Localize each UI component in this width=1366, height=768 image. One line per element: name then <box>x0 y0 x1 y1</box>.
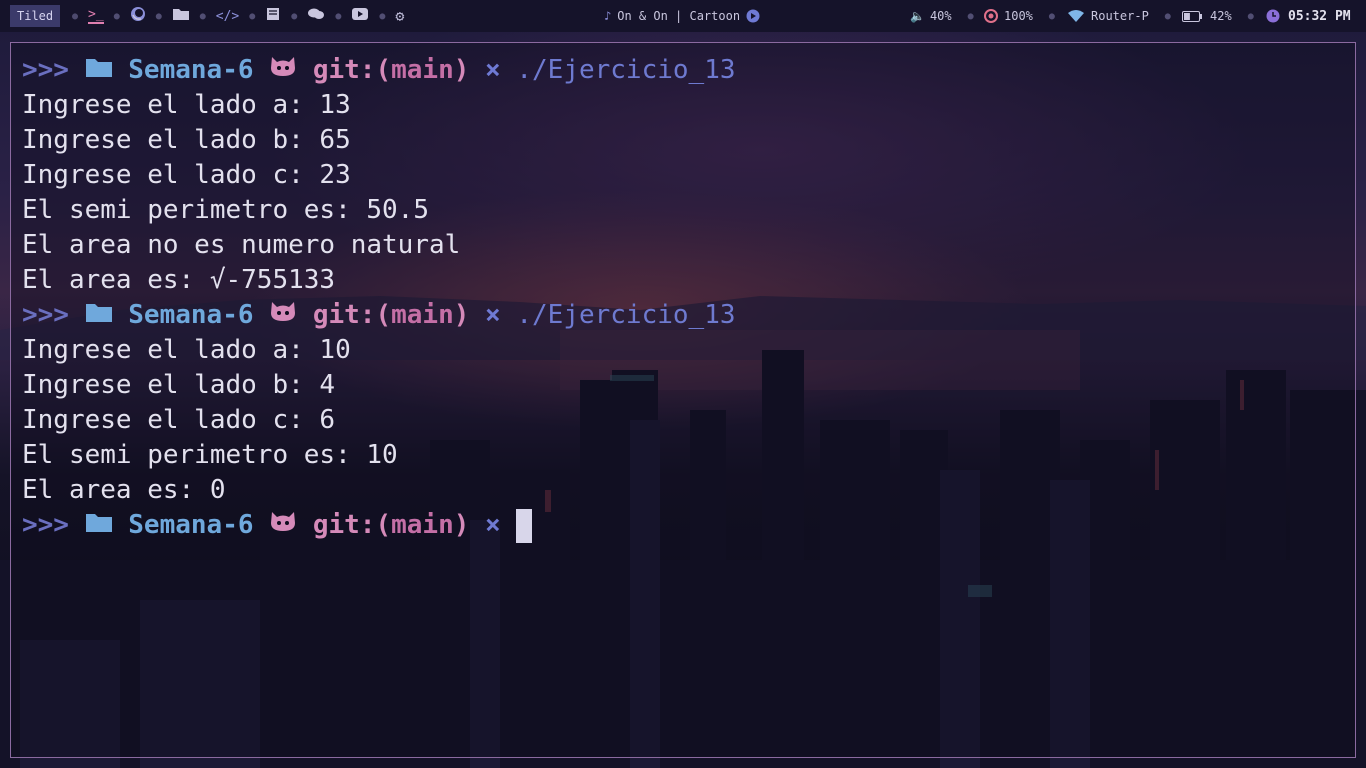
chat-icon <box>308 8 325 19</box>
prompt-git-label: git: <box>312 300 376 330</box>
output-line: El area es: √-755133 <box>22 265 336 295</box>
prompt-dirty-mark: × <box>485 55 501 85</box>
battery-widget[interactable]: 42% ● <box>1182 0 1254 32</box>
workspace-code[interactable]: </> <box>216 9 239 24</box>
prompt-line: >>> Semana-6 git:(main) × ./Ejercicio_13 <box>22 53 736 88</box>
output-line: Ingrese el lado b: 4 <box>22 370 336 400</box>
prompt-arrows: >>> <box>22 510 69 540</box>
prompt-line: >>> Semana-6 git:(main) × <box>22 508 533 543</box>
output-line: El area es: 0 <box>22 475 226 505</box>
prompt-command: ./Ejercicio_13 <box>516 300 736 330</box>
clock-icon <box>1266 9 1280 23</box>
prompt-line: >>> Semana-6 git:(main) × ./Ejercicio_13 <box>22 298 736 333</box>
output-line: Ingrese el lado b: 65 <box>22 125 351 155</box>
folder-icon <box>172 9 189 20</box>
separator-dot: ● <box>967 10 974 22</box>
gear-icon: ⚙ <box>395 7 405 25</box>
separator-dot: ● <box>291 10 298 22</box>
prompt-arrows: >>> <box>22 55 69 85</box>
workspace-firefox[interactable] <box>130 6 146 26</box>
clock-time: 05:32 PM <box>1288 8 1351 24</box>
prompt-directory: Semana-6 <box>128 300 254 330</box>
workspace-notes[interactable] <box>265 7 281 25</box>
prompt-branch-close: ) <box>453 300 470 330</box>
prompt-branch: main <box>391 55 454 85</box>
music-widget[interactable]: ♪ On & On | Cartoon <box>604 0 760 32</box>
github-cat-icon <box>269 298 297 333</box>
music-title: On & On | Cartoon <box>617 9 741 23</box>
prompt-directory: Semana-6 <box>128 55 254 85</box>
workspace-list: ● >_ ● ● ● </> ● ● ● ● ⚙ <box>72 0 404 32</box>
terminal-window[interactable]: >>> Semana-6 git:(main) × ./Ejercicio_13… <box>10 42 1356 758</box>
workspace-terminal[interactable]: >_ <box>88 8 104 24</box>
folder-icon <box>85 508 113 543</box>
output-line: El semi perimetro es: 10 <box>22 440 398 470</box>
layout-indicator[interactable]: Tiled <box>10 5 61 27</box>
separator-dot: ● <box>379 10 386 22</box>
prompt-branch: main <box>391 510 454 540</box>
battery-value: 42% <box>1210 9 1232 23</box>
youtube-icon <box>352 8 369 20</box>
brightness-widget[interactable]: 100% ● <box>984 0 1055 32</box>
volume-icon: 🔈 <box>910 9 925 23</box>
separator-dot: ● <box>199 10 206 22</box>
play-icon[interactable] <box>746 9 760 23</box>
folder-icon <box>85 53 113 88</box>
code-icon: </> <box>215 8 240 24</box>
github-cat-icon <box>269 508 297 543</box>
output-line: Ingrese el lado a: 10 <box>22 335 351 365</box>
output-line: El semi perimetro es: 50.5 <box>22 195 429 225</box>
prompt-directory: Semana-6 <box>128 510 254 540</box>
output-line: Ingrese el lado c: 6 <box>22 405 336 435</box>
prompt-dirty-mark: × <box>485 300 501 330</box>
output-line: Ingrese el lado c: 23 <box>22 160 351 190</box>
wifi-icon <box>1068 10 1084 22</box>
prompt-branch-open: ( <box>375 300 392 330</box>
separator-dot: ● <box>1048 10 1055 22</box>
book-icon <box>267 8 280 20</box>
output-line: El area no es numero natural <box>22 230 461 260</box>
volume-value: 40% <box>929 9 952 23</box>
battery-icon <box>1182 10 1202 22</box>
separator-dot: ● <box>335 10 342 22</box>
terminal-icon: >_ <box>88 7 104 22</box>
brightness-value: 100% <box>1004 9 1033 23</box>
volume-widget[interactable]: 🔈 40% ● <box>910 0 974 32</box>
music-note-icon: ♪ <box>604 9 612 23</box>
workspace-files[interactable] <box>172 7 190 25</box>
prompt-branch-close: ) <box>453 55 470 85</box>
folder-icon <box>85 298 113 333</box>
separator-dot: ● <box>155 10 162 22</box>
prompt-command: ./Ejercicio_13 <box>516 55 736 85</box>
prompt-dirty-mark: × <box>485 510 501 540</box>
brightness-icon <box>984 9 998 23</box>
text-cursor[interactable] <box>516 508 533 543</box>
workspace-chat[interactable] <box>307 7 325 25</box>
github-cat-icon <box>269 53 297 88</box>
separator-dot: ● <box>113 10 120 22</box>
network-widget[interactable]: Router-P ● <box>1068 0 1171 32</box>
prompt-branch: main <box>391 300 454 330</box>
separator-dot: ● <box>1247 10 1254 22</box>
separator-dot: ● <box>1164 10 1171 22</box>
prompt-git-label: git: <box>312 510 376 540</box>
prompt-branch-open: ( <box>375 510 392 540</box>
prompt-arrows: >>> <box>22 300 69 330</box>
separator-dot: ● <box>72 10 79 22</box>
output-line: Ingrese el lado a: 13 <box>22 90 351 120</box>
prompt-branch-open: ( <box>375 55 392 85</box>
workspace-settings[interactable]: ⚙ <box>395 7 404 25</box>
prompt-git-label: git: <box>312 55 376 85</box>
network-name: Router-P <box>1091 9 1149 23</box>
workspace-youtube[interactable] <box>351 7 369 25</box>
clock-widget[interactable]: 05:32 PM <box>1266 0 1351 32</box>
top-panel: Tiled ● >_ ● ● ● </> ● ● ● ● ⚙ ♪ On & On… <box>0 0 1366 32</box>
firefox-icon <box>130 7 145 21</box>
prompt-branch-close: ) <box>453 510 470 540</box>
separator-dot: ● <box>249 10 256 22</box>
